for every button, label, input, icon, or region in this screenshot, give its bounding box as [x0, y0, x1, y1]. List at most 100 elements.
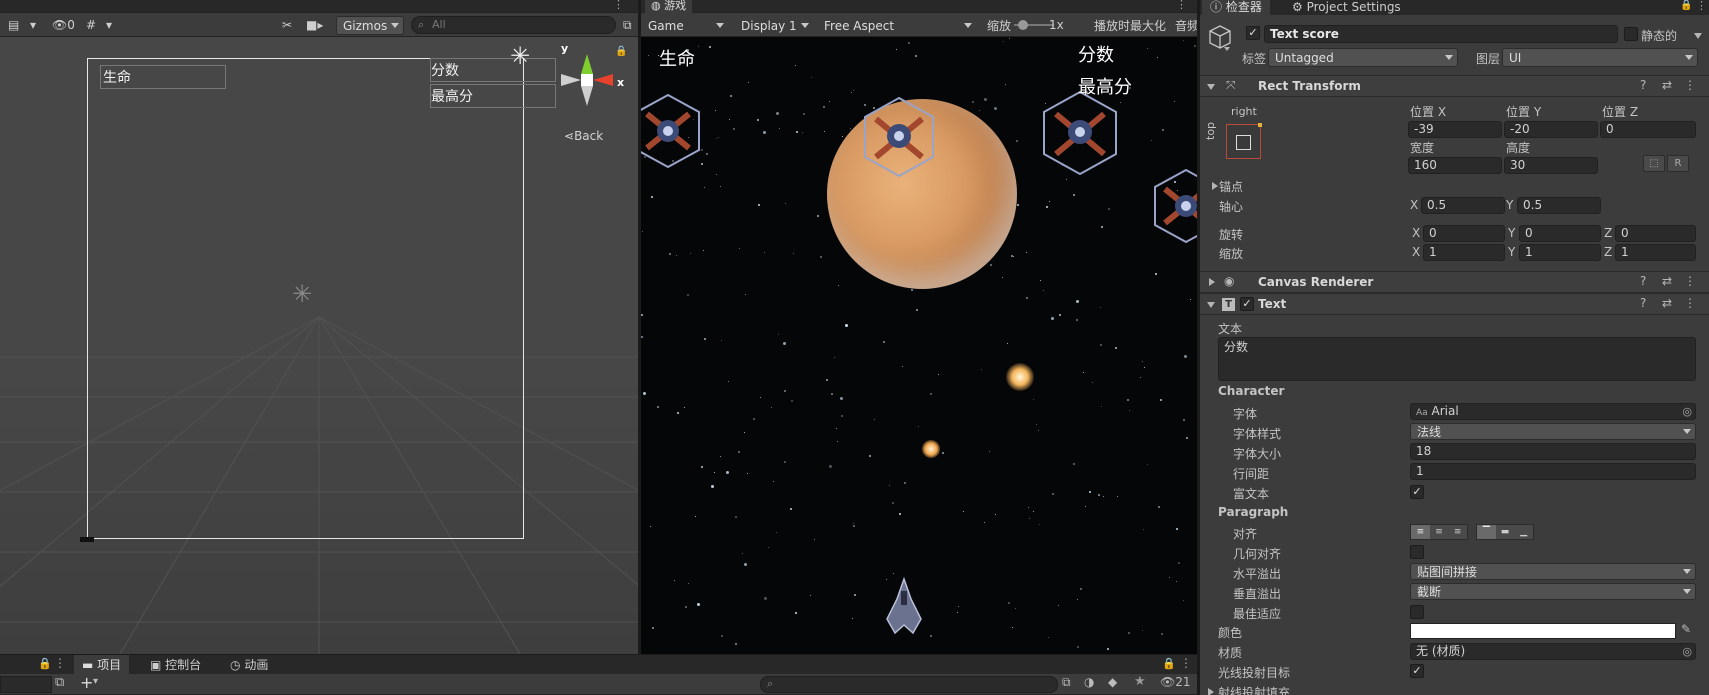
foldout-icon[interactable] [1212, 182, 1218, 190]
canvas-renderer-header[interactable]: ◉ Canvas Renderer ? ⇄ ⋮ [1200, 271, 1709, 293]
presets-icon[interactable]: ⇄ [1662, 78, 1672, 92]
lock-icon[interactable]: 🔒 [1680, 0, 1692, 11]
help-icon[interactable]: ? [1640, 78, 1646, 92]
life-rect[interactable]: 生命 [100, 65, 226, 89]
presets-icon[interactable]: ⇄ [1662, 296, 1672, 310]
align-geometry-checkbox[interactable] [1410, 545, 1424, 559]
object-picker-icon[interactable]: ◎ [1682, 644, 1692, 659]
object-name-field[interactable]: Text score [1264, 25, 1618, 43]
rect-transform-header[interactable]: ⤧ Rect Transform ? ⇄ ⋮ [1200, 75, 1709, 97]
chevron-down-icon[interactable]: ▾ [93, 676, 98, 687]
static-checkbox[interactable] [1624, 27, 1638, 41]
search-in-folder-icon[interactable]: ⧉ [55, 675, 64, 690]
active-checkbox[interactable]: ✓ [1246, 26, 1260, 40]
font-field[interactable]: Aa Arial ◎ [1410, 403, 1696, 420]
align-left-icon[interactable]: ≡ [1411, 525, 1430, 539]
material-field[interactable]: 无 (材质) ◎ [1410, 643, 1696, 660]
tab-inspector[interactable]: ⓘ 检查器 [1202, 0, 1270, 15]
layer-dropdown[interactable]: UI [1502, 48, 1698, 67]
grid-icon[interactable]: # [80, 15, 102, 35]
visibility-toggle[interactable]: 👁 0 [46, 15, 81, 35]
highscore-rect[interactable]: 最高分 [430, 84, 556, 108]
search-by-type-icon[interactable]: ⧉ [1062, 675, 1071, 690]
score-rect[interactable]: 分数 [430, 58, 556, 82]
add-icon[interactable]: + [80, 673, 93, 692]
display-dropdown[interactable]: Display 1 [734, 16, 814, 35]
aspect-dropdown[interactable]: Free Aspect [817, 16, 977, 35]
dropdown-chevron-icon[interactable]: ▾ [24, 15, 42, 35]
layers-icon[interactable]: ▤ [2, 15, 25, 35]
maximize-icon[interactable]: ⧉ [617, 15, 638, 35]
lock-icon[interactable]: 🔒 [615, 46, 627, 57]
presets-icon[interactable]: ⇄ [1662, 274, 1672, 288]
filter-type-icon[interactable]: ◑ [1084, 675, 1094, 689]
more-icon[interactable]: ⋮ [1684, 296, 1696, 310]
project-search-input[interactable]: ⌕ [760, 676, 1058, 693]
tab-animation[interactable]: ◷ 动画 [222, 655, 276, 675]
pos-z-field[interactable]: 0 [1600, 121, 1696, 138]
foldout-icon[interactable] [1208, 688, 1214, 695]
slider-field[interactable] [0, 676, 52, 693]
align-top-icon[interactable]: ▔ [1477, 525, 1496, 539]
help-icon[interactable]: ? [1640, 274, 1646, 288]
pos-x-field[interactable]: -39 [1408, 121, 1502, 138]
tag-dropdown[interactable]: Untagged [1268, 48, 1458, 67]
help-icon[interactable]: ? [1640, 296, 1646, 310]
h-overflow-dropdown[interactable]: 贴图间拼接 [1410, 563, 1696, 580]
more-icon[interactable]: ⋮ [1684, 274, 1696, 288]
more-icon[interactable]: ⋮ [1176, 0, 1187, 11]
raw-edit-button[interactable]: R [1667, 155, 1689, 172]
height-field[interactable]: 30 [1504, 157, 1598, 174]
back-view-button[interactable]: ⋖Back [564, 129, 603, 143]
scale-z-field[interactable]: 1 [1615, 244, 1696, 261]
game-viewport[interactable]: 生命 分数 最高分 [641, 37, 1197, 654]
gizmos-dropdown[interactable]: Gizmos [336, 16, 404, 35]
orientation-gizmo[interactable]: y x 🔒 [555, 42, 627, 122]
rotation-y-field[interactable]: 0 [1519, 225, 1601, 242]
light-gizmo-icon[interactable]: ✳ [510, 42, 530, 70]
tab-game[interactable]: ◍ 游戏 [645, 0, 693, 13]
font-size-field[interactable]: 18 [1410, 443, 1696, 460]
font-style-dropdown[interactable]: 法线 [1410, 423, 1696, 440]
grid-dropdown-icon[interactable]: ▾ [100, 15, 118, 35]
tab-console[interactable]: ▣ 控制台 [142, 655, 209, 675]
raycast-target-checkbox[interactable]: ✓ [1410, 664, 1424, 678]
scene-viewport[interactable]: 生命 分数 最高分 ✳ ✳ y x 🔒 ⋖Back [0, 37, 638, 654]
lock-icon[interactable]: 🔒 [38, 657, 52, 670]
align-center-icon[interactable]: ≡ [1430, 525, 1449, 539]
line-spacing-field[interactable]: 1 [1410, 463, 1696, 480]
rotation-x-field[interactable]: 0 [1423, 225, 1505, 242]
more-icon[interactable]: ⋮ [1180, 656, 1192, 670]
object-picker-icon[interactable]: ◎ [1682, 404, 1692, 419]
pos-y-field[interactable]: -20 [1504, 121, 1598, 138]
label-icon[interactable]: ◆ [1108, 675, 1117, 689]
scale-y-field[interactable]: 1 [1519, 244, 1601, 261]
static-dropdown-icon[interactable] [1694, 33, 1702, 39]
text-enabled-checkbox[interactable]: ✓ [1240, 297, 1254, 311]
tab-project[interactable]: ▬ 项目 [74, 655, 130, 675]
more-icon[interactable]: ⋮ [1684, 78, 1696, 92]
favorite-star-icon[interactable]: ★ [1134, 674, 1146, 689]
camera-gizmo-icon[interactable]: ✳ [292, 280, 312, 308]
best-fit-checkbox[interactable] [1410, 605, 1424, 619]
scale-x-field[interactable]: 1 [1423, 244, 1505, 261]
maximize-on-play-button[interactable]: 播放时最大化 [1088, 15, 1172, 35]
align-bottom-icon[interactable]: ▁ [1514, 525, 1533, 539]
width-field[interactable]: 160 [1408, 157, 1502, 174]
tab-project-settings[interactable]: ⚙ Project Settings [1284, 0, 1409, 15]
game-mode-dropdown[interactable]: Game [641, 16, 729, 35]
align-right-icon[interactable]: ≡ [1448, 525, 1467, 539]
icon-dropdown-icon[interactable] [1224, 47, 1230, 51]
zoom-slider-thumb[interactable] [1018, 20, 1028, 30]
camera-icon[interactable]: ■▸ [300, 15, 329, 35]
scene-search-input[interactable]: ⌕ All [411, 16, 616, 34]
tools-icon[interactable]: ✂ [276, 15, 298, 35]
anchor-presets-button[interactable] [1226, 123, 1262, 159]
color-swatch[interactable] [1410, 623, 1676, 639]
more-icon[interactable]: ⋮ [1696, 0, 1707, 12]
pivot-x-field[interactable]: 0.5 [1421, 197, 1505, 214]
align-middle-icon[interactable]: ▬ [1496, 525, 1515, 539]
blueprint-mode-button[interactable]: ⬚ [1643, 155, 1665, 172]
v-overflow-dropdown[interactable]: 截断 [1410, 583, 1696, 600]
more-icon[interactable]: ⋮ [613, 0, 624, 11]
